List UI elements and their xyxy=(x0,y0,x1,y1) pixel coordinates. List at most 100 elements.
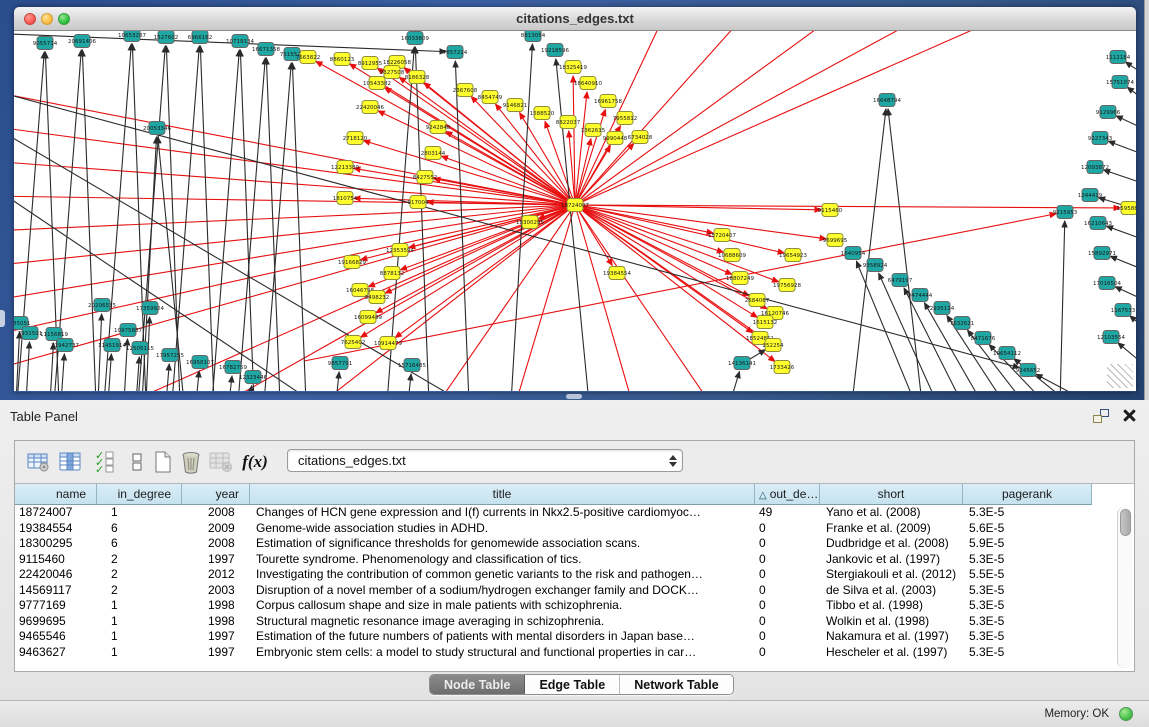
table-row[interactable]: 1938455462009Genome-wide association stu… xyxy=(15,521,1134,537)
graph-node[interactable]: 8813054 xyxy=(521,31,546,42)
table-row[interactable]: 2242004622012Investigating the contribut… xyxy=(15,567,1134,583)
table-row[interactable]: 946362711997Embryonic stem cells: a mode… xyxy=(15,645,1134,661)
graph-node[interactable]: 12093872 xyxy=(1081,161,1109,174)
graph-node[interactable]: 10688609 xyxy=(718,249,746,262)
graph-node[interactable]: 12353594 xyxy=(386,244,414,257)
graph-node[interactable]: 1244419 xyxy=(1078,189,1103,202)
select-columns-icon[interactable] xyxy=(57,448,85,476)
graph-node[interactable]: 10914479 xyxy=(374,337,402,350)
graph-node[interactable]: 11451914 xyxy=(98,339,126,352)
graph-node[interactable]: 1362615 xyxy=(581,124,606,137)
table-settings-icon[interactable] xyxy=(25,448,53,476)
network-graph[interactable]: 9055714206914061065328715276026966162107… xyxy=(14,31,1136,391)
graph-node[interactable]: 9699695 xyxy=(823,234,848,247)
graph-node[interactable]: 19654923 xyxy=(779,249,807,262)
graph-node[interactable]: 16210643 xyxy=(1084,217,1112,230)
graph-node[interactable]: 7857224 xyxy=(443,46,468,59)
import-table-icon[interactable] xyxy=(207,448,235,476)
graph-node[interactable]: 1733426 xyxy=(770,361,795,374)
graph-node[interactable]: 10719134 xyxy=(226,35,254,48)
graph-node[interactable]: 19218596 xyxy=(541,44,569,57)
graph-node[interactable]: 16648794 xyxy=(873,94,901,107)
graph-node[interactable]: 18325419 xyxy=(559,61,587,74)
graph-node[interactable]: 2803144 xyxy=(421,147,446,160)
graph-node[interactable]: 16033809 xyxy=(401,32,429,45)
network-canvas[interactable]: 9055714206914061065328715276026966162107… xyxy=(14,31,1136,391)
graph-node[interactable]: 7625402 xyxy=(341,336,366,349)
rows-icon[interactable] xyxy=(123,448,151,476)
graph-node[interactable]: 15751074 xyxy=(1106,76,1134,89)
graph-node[interactable]: 9474444 xyxy=(908,289,933,302)
column-header-pagerank[interactable]: pagerank xyxy=(963,484,1092,505)
graph-node[interactable]: 10654112 xyxy=(993,347,1021,360)
graph-node[interactable]: 1112184 xyxy=(1106,51,1131,64)
function-builder-icon[interactable]: f(x) xyxy=(241,448,269,476)
graph-node[interactable]: 2935114 xyxy=(930,302,955,315)
table-row[interactable]: 1872400712008Changes of HCN gene express… xyxy=(15,505,1134,521)
panel-collapse-notch[interactable] xyxy=(0,310,5,327)
column-header-short[interactable]: short xyxy=(820,484,963,505)
graph-node[interactable]: 9115460 xyxy=(818,204,843,217)
table-row[interactable]: 977716911998Corpus callosum shape and si… xyxy=(15,598,1134,614)
column-header-out_degree[interactable]: △out_de… xyxy=(755,484,820,505)
network-window-titlebar[interactable]: citations_edges.txt xyxy=(14,7,1136,31)
table-row[interactable]: 946554611997Estimation of the future num… xyxy=(15,629,1134,645)
column-header-title[interactable]: title xyxy=(250,484,755,505)
table-row[interactable]: 1830029562008Estimation of significance … xyxy=(15,536,1134,552)
graph-node[interactable]: 9055714 xyxy=(33,37,58,50)
graph-node[interactable]: 1588520 xyxy=(530,107,555,120)
table-selector-dropdown[interactable]: citations_edges.txt xyxy=(287,449,683,472)
graph-node[interactable]: 6479197 xyxy=(888,274,913,287)
graph-node[interactable]: 16099489 xyxy=(354,311,382,324)
graph-node[interactable]: 12505115 xyxy=(126,342,154,355)
graph-node[interactable]: 15720407 xyxy=(708,229,736,242)
column-header-name[interactable]: name xyxy=(15,484,97,505)
column-header-in_degree[interactable]: in_degree xyxy=(97,484,182,505)
graph-node[interactable]: 8454749 xyxy=(478,91,503,104)
select-all-icon[interactable]: ✓✓✓ xyxy=(91,448,119,476)
graph-node[interactable]: 1810754 xyxy=(333,192,358,205)
graph-node[interactable]: 8822037 xyxy=(556,116,581,129)
graph-node[interactable]: 7955812 xyxy=(613,112,638,125)
new-table-icon[interactable] xyxy=(149,448,177,476)
table-row[interactable]: 1456911722003Disruption of a novel membe… xyxy=(15,583,1134,599)
scrollbar-thumb[interactable] xyxy=(1120,509,1131,536)
graph-node[interactable]: 19384554 xyxy=(603,267,631,280)
close-icon[interactable] xyxy=(1122,408,1136,422)
table-row[interactable]: 969969511998Structural magnetic resonanc… xyxy=(15,614,1134,630)
graph-node[interactable]: 1595884 xyxy=(1117,202,1136,215)
float-window-icon[interactable] xyxy=(1093,409,1109,423)
tab-edge-table[interactable]: Edge Table xyxy=(525,675,620,694)
graph-node[interactable]: 17359924 xyxy=(136,302,164,315)
graph-node[interactable]: 1640954 xyxy=(841,247,866,260)
graph-node[interactable]: 7632621 xyxy=(950,317,975,330)
graph-node[interactable]: 16961758 xyxy=(594,95,622,108)
panel-splitter-handle[interactable] xyxy=(566,394,582,399)
graph-node[interactable]: 9146821 xyxy=(503,99,528,112)
graph-node[interactable]: 8471676 xyxy=(971,332,996,345)
tab-network-table[interactable]: Network Table xyxy=(620,675,733,694)
graph-node[interactable]: 2718120 xyxy=(343,132,368,145)
window-resize-grip[interactable] xyxy=(1107,364,1133,388)
graph-node[interactable]: 917004 xyxy=(408,196,429,209)
delete-table-icon[interactable] xyxy=(177,448,205,476)
graph-node[interactable]: 16782759 xyxy=(219,361,247,374)
graph-node[interactable]: 9857791 xyxy=(328,357,353,370)
graph-node[interactable]: 9358924 xyxy=(863,259,888,272)
table-row[interactable]: 911546021997Tourette syndrome. Phenomeno… xyxy=(15,552,1134,568)
graph-node[interactable]: 9990448 xyxy=(603,132,628,145)
graph-node[interactable]: 12103554 xyxy=(1097,331,1125,344)
graph-node[interactable]: 1167533 xyxy=(1111,304,1136,317)
table-vertical-scrollbar[interactable] xyxy=(1117,507,1132,668)
graph-node[interactable]: 9227343 xyxy=(1088,132,1113,145)
graph-node[interactable]: 252254 xyxy=(763,339,784,352)
graph-node[interactable]: 8186328 xyxy=(405,71,430,84)
graph-node[interactable]: 15892971 xyxy=(1088,247,1116,260)
graph-node[interactable]: 8912955 xyxy=(358,57,383,70)
graph-node[interactable]: 18640910 xyxy=(574,77,602,90)
graph-node[interactable]: 8860123 xyxy=(330,53,355,66)
graph-node[interactable]: 1527602 xyxy=(154,31,179,44)
tab-node-table[interactable]: Node Table xyxy=(430,675,525,694)
graph-node[interactable]: 8878132 xyxy=(380,267,405,280)
column-header-year[interactable]: year xyxy=(182,484,250,505)
